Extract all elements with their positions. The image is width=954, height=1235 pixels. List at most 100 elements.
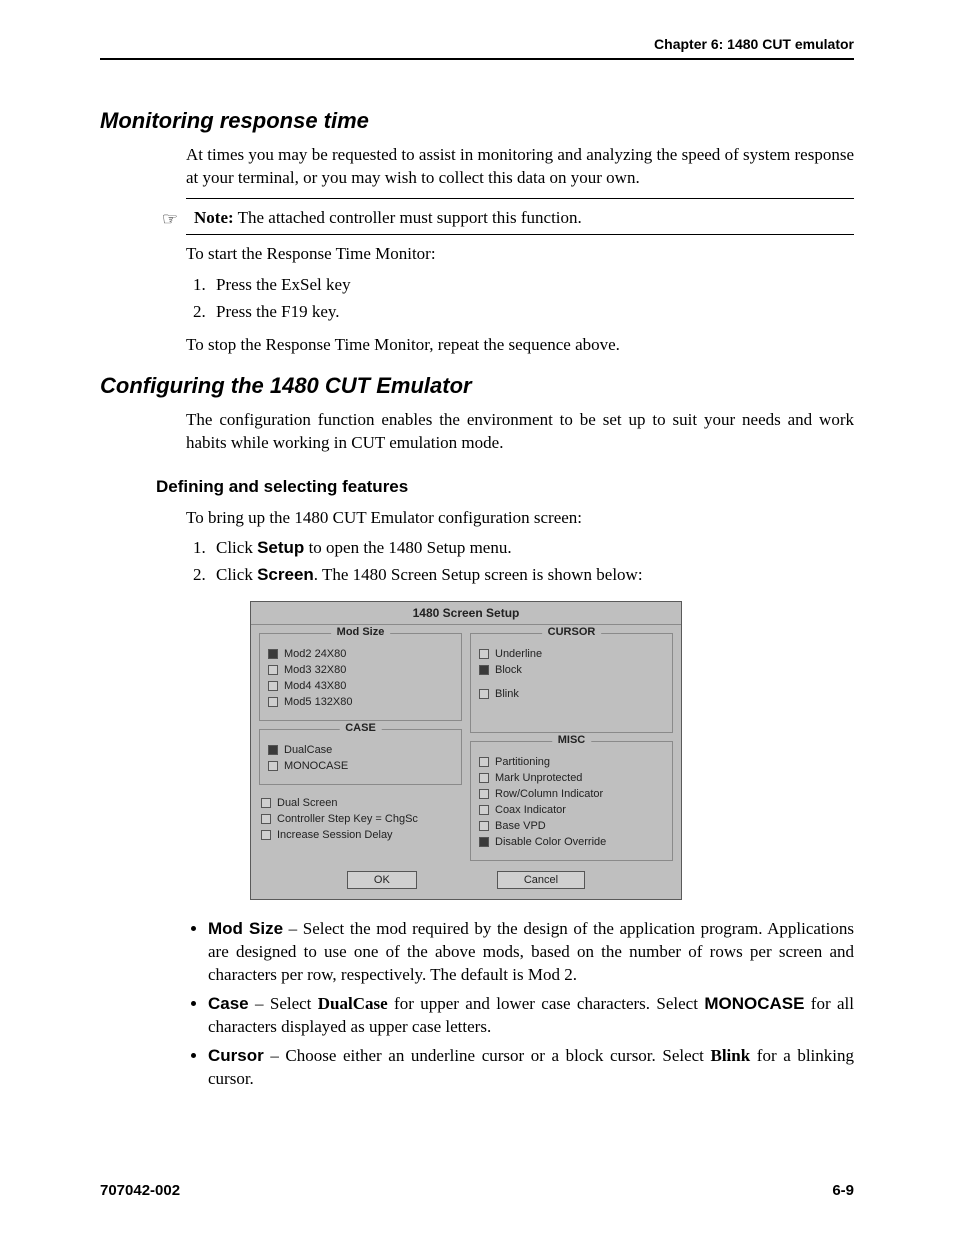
- bullet-case-label: Case: [208, 994, 249, 1013]
- checkbox-icon: [479, 689, 489, 699]
- option-monocase[interactable]: MONOCASE: [268, 760, 453, 772]
- cancel-button[interactable]: Cancel: [497, 871, 585, 889]
- option-block[interactable]: Block: [479, 664, 664, 676]
- config-step2-post: . The 1480 Screen Setup screen is shown …: [314, 565, 643, 584]
- option-mod2-label: Mod2 24X80: [284, 648, 346, 660]
- bullet-cursor-mid1: – Choose either an underline cursor or a…: [264, 1046, 711, 1065]
- config-step1-bold: Setup: [257, 538, 304, 557]
- option-session-delay[interactable]: Increase Session Delay: [261, 829, 462, 841]
- group-mod-size-legend: Mod Size: [331, 626, 391, 638]
- bullet-case-mid2: for upper and lower case characters. Sel…: [388, 994, 705, 1013]
- subsection-heading-defining: Defining and selecting features: [156, 477, 854, 497]
- option-mod5-label: Mod5 132X80: [284, 696, 353, 708]
- option-mod4[interactable]: Mod4 43X80: [268, 680, 453, 692]
- note-pointer-icon: ☞: [100, 207, 186, 230]
- option-mod5[interactable]: Mod5 132X80: [268, 696, 453, 708]
- checkbox-icon: [268, 697, 278, 707]
- checkbox-icon: [479, 805, 489, 815]
- option-row-column-label: Row/Column Indicator: [495, 788, 603, 800]
- checkbox-icon: [268, 761, 278, 771]
- checkbox-icon: [479, 757, 489, 767]
- bullet-case: Case – Select DualCase for upper and low…: [208, 993, 854, 1039]
- group-misc-legend: MISC: [552, 734, 592, 746]
- config-lead: To bring up the 1480 CUT Emulator config…: [186, 507, 854, 530]
- option-mod4-label: Mod4 43X80: [284, 680, 346, 692]
- option-blink[interactable]: Blink: [479, 688, 664, 700]
- config-step-2: Click Screen. The 1480 Screen Setup scre…: [210, 564, 854, 587]
- checkbox-icon: [268, 681, 278, 691]
- group-case: CASE DualCase MONOCASE: [259, 729, 462, 785]
- bullet-case-mid1: – Select: [249, 994, 318, 1013]
- option-controller-step[interactable]: Controller Step Key = ChgSc: [261, 813, 462, 825]
- option-base-vpd-label: Base VPD: [495, 820, 546, 832]
- checkbox-icon: [268, 745, 278, 755]
- section-heading-configuring: Configuring the 1480 CUT Emulator: [100, 373, 854, 399]
- checkbox-icon: [479, 773, 489, 783]
- footer-pagenum: 6-9: [832, 1182, 854, 1199]
- checkbox-icon: [261, 814, 271, 824]
- option-underline[interactable]: Underline: [479, 648, 664, 660]
- checkbox-icon: [268, 649, 278, 659]
- bullet-case-bold1: DualCase: [318, 994, 388, 1013]
- group-mod-size: Mod Size Mod2 24X80 Mod3 32X80 Mod4 43X8…: [259, 633, 462, 721]
- header-rule: [100, 58, 854, 60]
- group-misc: MISC Partitioning Mark Unprotected Row/C…: [470, 741, 673, 861]
- config-intro: The configuration function enables the e…: [186, 409, 854, 455]
- monitor-step-1: Press the ExSel key: [210, 274, 854, 297]
- note-rule-bottom: [186, 234, 854, 235]
- monitoring-intro: At times you may be requested to assist …: [186, 144, 854, 190]
- config-step2-pre: Click: [216, 565, 257, 584]
- checkbox-icon: [261, 798, 271, 808]
- bullet-mod-size: Mod Size – Select the mod required by th…: [208, 918, 854, 987]
- option-partitioning[interactable]: Partitioning: [479, 756, 664, 768]
- checkbox-icon: [479, 649, 489, 659]
- option-disable-color[interactable]: Disable Color Override: [479, 836, 664, 848]
- footer-docnum: 707042-002: [100, 1182, 180, 1199]
- ok-button[interactable]: OK: [347, 871, 417, 889]
- option-mark-unprotected[interactable]: Mark Unprotected: [479, 772, 664, 784]
- option-underline-label: Underline: [495, 648, 542, 660]
- config-step2-bold: Screen: [257, 565, 314, 584]
- option-row-column[interactable]: Row/Column Indicator: [479, 788, 664, 800]
- screen-setup-dialog: 1480 Screen Setup Mod Size Mod2 24X80 Mo…: [250, 601, 682, 900]
- bullet-cursor-label: Cursor: [208, 1046, 264, 1065]
- option-dual-screen[interactable]: Dual Screen: [261, 797, 462, 809]
- checkbox-icon: [479, 821, 489, 831]
- checkbox-icon: [479, 837, 489, 847]
- page-footer: 707042-002 6-9: [100, 1182, 854, 1199]
- group-extra: Dual Screen Controller Step Key = ChgSc …: [259, 793, 462, 845]
- group-case-legend: CASE: [339, 722, 382, 734]
- note-label: Note:: [194, 208, 234, 227]
- option-disable-color-label: Disable Color Override: [495, 836, 606, 848]
- feature-bullets: Mod Size – Select the mod required by th…: [186, 918, 854, 1091]
- option-base-vpd[interactable]: Base VPD: [479, 820, 664, 832]
- option-mod3[interactable]: Mod3 32X80: [268, 664, 453, 676]
- config-step1-pre: Click: [216, 538, 257, 557]
- running-header: Chapter 6: 1480 CUT emulator: [100, 36, 854, 52]
- option-session-delay-label: Increase Session Delay: [277, 829, 393, 841]
- dialog-title: 1480 Screen Setup: [251, 602, 681, 625]
- checkbox-icon: [479, 789, 489, 799]
- config-step-1: Click Setup to open the 1480 Setup menu.: [210, 537, 854, 560]
- group-cursor-legend: CURSOR: [542, 626, 602, 638]
- checkbox-icon: [261, 830, 271, 840]
- bullet-cursor: Cursor – Choose either an underline curs…: [208, 1045, 854, 1091]
- option-coax[interactable]: Coax Indicator: [479, 804, 664, 816]
- option-monocase-label: MONOCASE: [284, 760, 348, 772]
- option-dualcase[interactable]: DualCase: [268, 744, 453, 756]
- option-coax-label: Coax Indicator: [495, 804, 566, 816]
- option-block-label: Block: [495, 664, 522, 676]
- note-body: The attached controller must support thi…: [234, 208, 582, 227]
- checkbox-icon: [268, 665, 278, 675]
- monitor-tail: To stop the Response Time Monitor, repea…: [186, 334, 854, 357]
- config-steps-list: Click Setup to open the 1480 Setup menu.…: [186, 537, 854, 587]
- bullet-cursor-bold1: Blink: [711, 1046, 751, 1065]
- option-mod2[interactable]: Mod2 24X80: [268, 648, 453, 660]
- monitor-steps-list: Press the ExSel key Press the F19 key.: [186, 274, 854, 324]
- bullet-mod-size-text: – Select the mod required by the design …: [208, 919, 854, 984]
- option-mark-unprotected-label: Mark Unprotected: [495, 772, 582, 784]
- option-partitioning-label: Partitioning: [495, 756, 550, 768]
- section-heading-monitoring: Monitoring response time: [100, 108, 854, 134]
- config-step1-post: to open the 1480 Setup menu.: [304, 538, 511, 557]
- note-rule-top: [186, 198, 854, 199]
